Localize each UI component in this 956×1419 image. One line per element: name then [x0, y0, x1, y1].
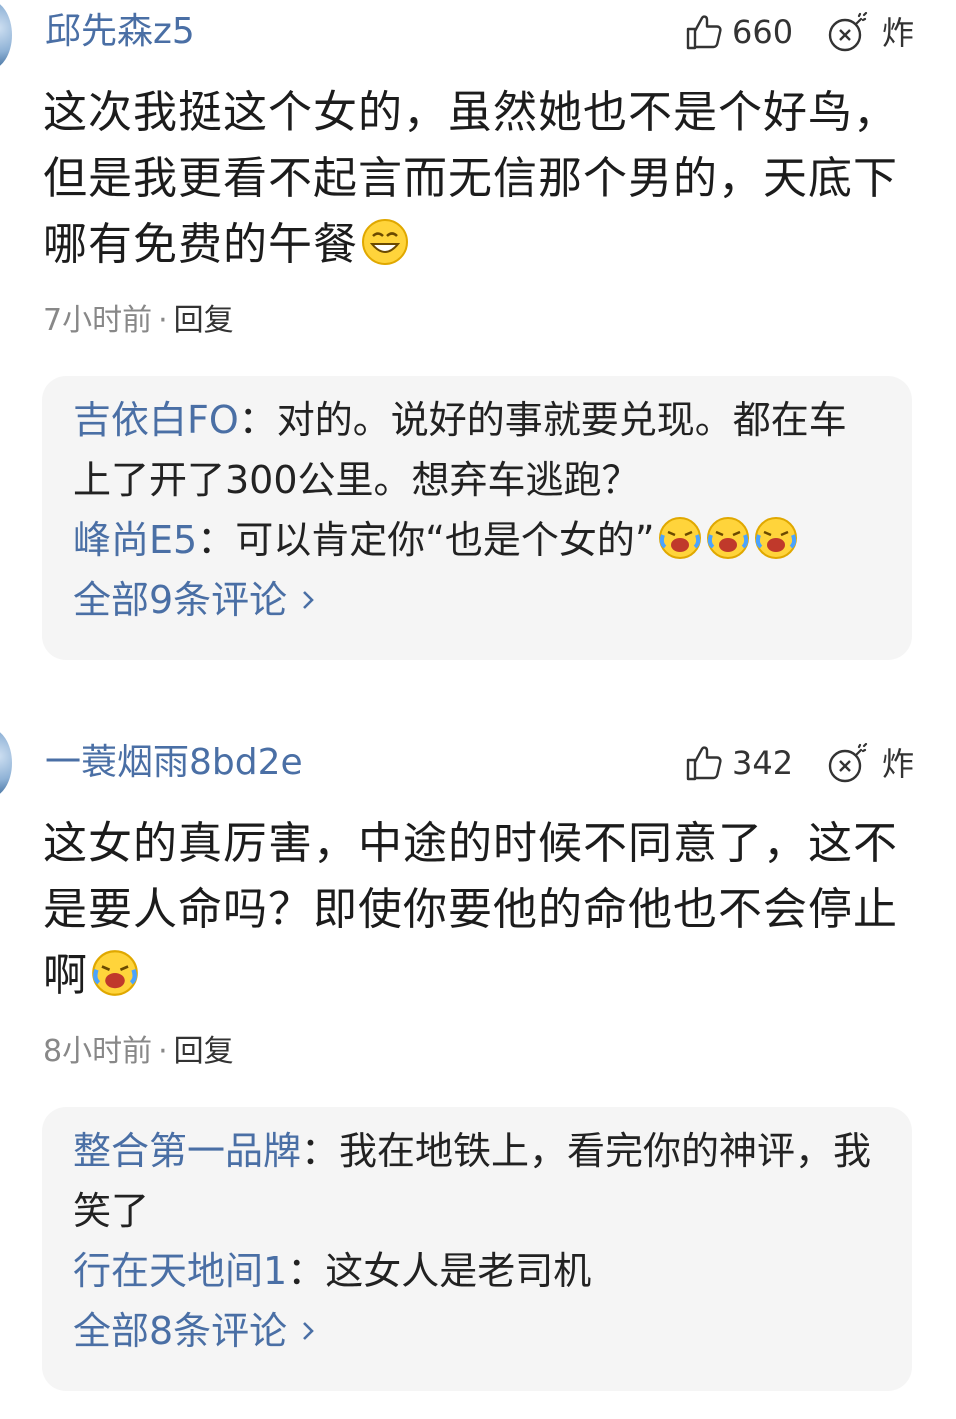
crying-laughing-emoji [658, 517, 701, 559]
thumbs-up-icon [686, 15, 722, 50]
comment-meta: 7小时前 · 回复 [43, 306, 234, 336]
comment-time: 8小时前 [43, 1034, 153, 1069]
comment-text: 这女的真厉害，中途的时候不同意了，这不是要人命吗？即使你要他的命他也不会停止啊 [43, 818, 898, 1001]
reply-separator: ： [287, 1249, 326, 1293]
crying-laughing-emoji [706, 517, 749, 559]
reply-button[interactable]: 回复 [174, 1034, 234, 1069]
comment-meta: 8小时前 · 回复 [43, 1037, 234, 1067]
like-button[interactable]: 660 [684, 12, 793, 52]
reply-item[interactable]: 行在天地间1：这女人是老司机 [73, 1241, 882, 1301]
comment-content: 这女的真厉害，中途的时候不同意了，这不是要人命吗？即使你要他的命他也不会停止啊 [43, 811, 913, 1009]
view-all-label: 全部8条评论 [73, 1309, 288, 1353]
avatar[interactable] [0, 728, 12, 798]
bomb-label: 炸 [882, 745, 915, 783]
chevron-right-icon [303, 1322, 315, 1340]
reply-item[interactable]: 整合第一品牌：我在地铁上，看完你的神评，我笑了 [73, 1121, 882, 1241]
comment-text: 这次我挺这个女的，虽然她也不是个好鸟，但是我更看不起言而无信那个男的，天底下哪有… [43, 87, 898, 270]
reply-button[interactable]: 回复 [174, 303, 234, 338]
bomb-icon [828, 12, 868, 52]
like-count: 660 [732, 13, 794, 51]
reply-username[interactable]: 行在天地间1 [73, 1249, 287, 1293]
thumbs-up-icon [686, 746, 722, 781]
separator-dot: · [158, 1034, 168, 1069]
reply-separator: ： [238, 398, 277, 442]
reply-text: 这女人是老司机 [325, 1249, 592, 1293]
comment-username[interactable]: 一蓑烟雨8bd2e [45, 745, 303, 781]
reply-separator: ： [301, 1129, 340, 1173]
comment-username[interactable]: 邱先森z5 [45, 14, 195, 50]
chevron-right-icon [303, 591, 315, 609]
grinning-face-emoji [362, 219, 408, 265]
crying-laughing-emoji [92, 950, 138, 996]
bomb-label: 炸 [882, 14, 915, 52]
reply-preview-box: 整合第一品牌：我在地铁上，看完你的神评，我笑了 行在天地间1：这女人是老司机 全… [42, 1107, 912, 1391]
view-all-replies-link[interactable]: 全部9条评论 [73, 570, 882, 630]
bomb-button[interactable]: 炸 [826, 12, 914, 54]
reply-username[interactable]: 整合第一品牌 [73, 1129, 301, 1173]
reply-preview-box: 吉依白FO：对的。说好的事就要兑现。都在车上了开了300公里。想弃车逃跑？ 峰尚… [42, 376, 912, 660]
reply-separator: ： [197, 518, 236, 562]
comment-content: 这次我挺这个女的，虽然她也不是个好鸟，但是我更看不起言而无信那个男的，天底下哪有… [43, 80, 913, 278]
like-button[interactable]: 342 [684, 743, 793, 783]
reply-item[interactable]: 吉依白FO：对的。说好的事就要兑现。都在车上了开了300公里。想弃车逃跑？ [73, 390, 882, 510]
reply-item[interactable]: 峰尚E5：可以肯定你“也是个女的” [73, 510, 882, 570]
view-all-label: 全部9条评论 [73, 578, 288, 622]
bomb-icon [828, 743, 868, 783]
reply-text: 可以肯定你“也是个女的” [235, 518, 655, 562]
comment-time: 7小时前 [43, 303, 153, 338]
like-count: 342 [732, 744, 794, 782]
bomb-button[interactable]: 炸 [826, 743, 914, 785]
reply-username[interactable]: 峰尚E5 [73, 518, 197, 562]
crying-laughing-emoji [754, 517, 797, 559]
reply-username[interactable]: 吉依白FO [73, 398, 239, 442]
avatar[interactable] [0, 0, 12, 70]
separator-dot: · [158, 303, 168, 338]
view-all-replies-link[interactable]: 全部8条评论 [73, 1301, 882, 1361]
